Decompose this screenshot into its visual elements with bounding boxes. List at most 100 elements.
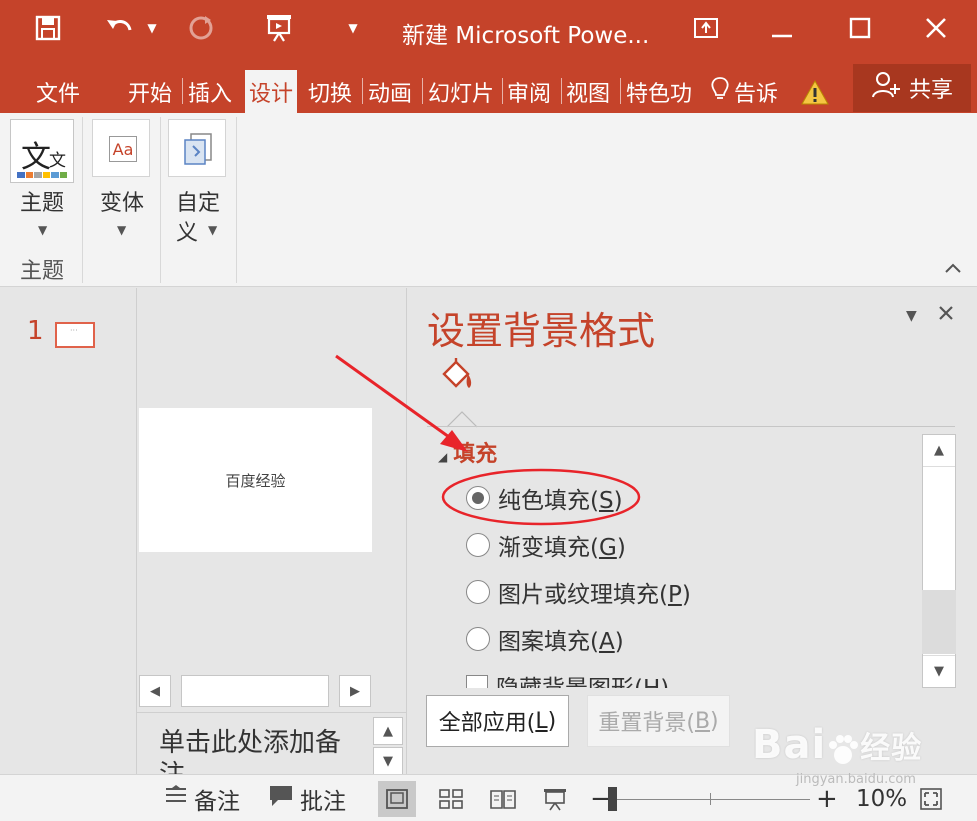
undo-dropdown-icon[interactable]: ▼ [144, 10, 160, 46]
radio-gradient-fill[interactable] [466, 533, 490, 557]
variants-button[interactable]: Aa [92, 119, 150, 177]
pane-scroll-down-icon[interactable]: ▼ [923, 655, 955, 687]
apply-all-button[interactable]: 全部应用(L) [426, 695, 569, 747]
zoom-slider-track[interactable] [614, 799, 810, 800]
undo-icon[interactable] [102, 10, 136, 46]
variants-dropdown-icon[interactable]: ▼ [117, 223, 126, 237]
radio-picture-fill[interactable] [466, 580, 490, 604]
maximize-icon[interactable] [830, 8, 890, 48]
hide-graphics-row[interactable]: 隐藏背景图形(H) [466, 664, 916, 688]
tab-separator [561, 78, 562, 104]
option-picture-fill[interactable]: 图片或纹理填充(P) [466, 574, 691, 610]
theme-preview-big: 文 [21, 140, 51, 175]
comments-toggle[interactable]: 批注 [268, 783, 346, 815]
radio-pattern-fill[interactable] [466, 627, 490, 651]
variant-preview: Aa [112, 139, 134, 159]
customize-dropdown-icon[interactable]: ▼ [208, 223, 217, 237]
save-icon[interactable] [30, 10, 66, 46]
notes-scroll-down-icon[interactable]: ▼ [373, 747, 403, 774]
group-label-themes: 主题 [19, 259, 64, 284]
scroll-right-icon[interactable]: ▶ [339, 675, 371, 707]
present-icon[interactable] [262, 10, 296, 46]
horizontal-scrollbar[interactable]: ◀ ▶ [139, 674, 371, 708]
option-gradient-fill[interactable]: 渐变填充(G) [466, 527, 626, 563]
notes-icon [164, 785, 188, 813]
share-button[interactable]: 共享 [853, 64, 971, 112]
slide-thumbnail-text: ··· [70, 326, 78, 335]
tab-separator [182, 78, 183, 104]
tab-view[interactable]: 视图 [566, 70, 610, 113]
option-label: 图案填充(A) [498, 629, 624, 655]
pane-scroll-thumb[interactable] [922, 590, 956, 654]
tab-transitions[interactable]: 切换 [308, 70, 352, 113]
share-label: 共享 [908, 78, 953, 103]
person-add-icon [871, 70, 901, 106]
slide-sorter-icon[interactable] [432, 781, 470, 817]
tab-file[interactable]: 文件 [36, 70, 80, 113]
themes-button[interactable]: 文 文 [10, 119, 74, 183]
tab-home[interactable]: 开始 [128, 70, 172, 113]
zoom-slider-thumb[interactable] [608, 787, 617, 811]
tab-design[interactable]: 设计 [245, 70, 298, 113]
comment-icon [268, 784, 294, 814]
reset-background-button[interactable]: 重置背景(B) [587, 695, 730, 747]
option-label: 纯色填充(S) [498, 488, 623, 514]
notes-pane[interactable]: 单击此处添加备注 ▲ ▼ [137, 712, 406, 774]
tab-special[interactable]: 特色功 [626, 70, 692, 113]
fit-to-window-icon[interactable] [912, 781, 950, 817]
zoom-in-icon[interactable]: + [816, 783, 838, 815]
tell-me[interactable]: 告诉 [710, 70, 778, 113]
tab-insert[interactable]: 插入 [188, 70, 232, 113]
fill-bucket-icon[interactable] [436, 356, 476, 400]
redo-icon[interactable] [184, 10, 218, 46]
theme-preview-small: 文 [49, 151, 66, 171]
collapse-ribbon-icon[interactable] [944, 259, 962, 278]
notes-placeholder[interactable]: 单击此处添加备注 [159, 727, 349, 774]
slide-number: 1 [27, 316, 44, 346]
scroll-thumb[interactable] [181, 675, 329, 707]
pane-title: 设置背景格式 [427, 309, 656, 353]
tab-separator [502, 78, 503, 104]
close-icon[interactable] [906, 8, 966, 48]
minimize-icon[interactable] [752, 8, 812, 48]
section-fill[interactable]: ◢ 填充 [438, 436, 497, 468]
customize-qat-icon[interactable]: ▼ [346, 10, 360, 46]
slides-pane [0, 288, 137, 774]
normal-view-icon[interactable] [378, 781, 416, 817]
ribbon-panel: 文 文 主题 ▼ 主题 Aa 变体 ▼ 自定 义 ▼ [0, 113, 977, 287]
tab-pointer [446, 408, 478, 432]
slideshow-view-icon[interactable] [536, 781, 574, 817]
pane-close-icon[interactable] [938, 302, 954, 327]
slide-size-button[interactable] [168, 119, 226, 177]
window-title: 新建 Microsoft Powe... [402, 23, 650, 49]
option-solid-fill[interactable]: 纯色填充(S) [466, 480, 623, 516]
themes-dropdown-icon[interactable]: ▼ [38, 223, 47, 237]
reading-view-icon[interactable] [484, 781, 522, 817]
notes-toggle[interactable]: 备注 [164, 783, 240, 815]
hide-graphics-label: 隐藏背景图形(H) [496, 669, 669, 688]
tab-separator [362, 78, 363, 104]
zoom-level[interactable]: 10% [856, 783, 907, 815]
ribbon-display-icon[interactable] [676, 8, 736, 48]
pane-options-icon[interactable]: ▼ [906, 308, 917, 324]
slide-thumbnail[interactable]: ··· [55, 322, 95, 348]
tab-animations[interactable]: 动画 [368, 70, 412, 113]
scroll-left-icon[interactable]: ◀ [139, 675, 171, 707]
slide-text[interactable]: 百度经验 [225, 470, 285, 491]
section-fill-label: 填充 [453, 442, 498, 467]
warning-icon[interactable] [800, 70, 830, 113]
pane-scroll-up-icon[interactable]: ▲ [923, 435, 955, 467]
tab-review[interactable]: 审阅 [507, 70, 551, 113]
tab-separator [422, 78, 423, 104]
collapse-triangle-icon: ◢ [438, 450, 448, 464]
tab-slideshow[interactable]: 幻灯片 [428, 70, 494, 113]
notes-toggle-label: 备注 [194, 789, 240, 815]
tab-separator [620, 78, 621, 104]
radio-solid-fill[interactable] [466, 486, 490, 510]
customize-label-2: 义 [176, 221, 199, 246]
option-pattern-fill[interactable]: 图案填充(A) [466, 621, 624, 657]
slide-canvas[interactable]: 百度经验 [139, 408, 372, 552]
notes-scroll-up-icon[interactable]: ▲ [373, 717, 403, 745]
checkbox-hide-graphics[interactable] [466, 675, 488, 688]
pane-divider [427, 426, 955, 427]
